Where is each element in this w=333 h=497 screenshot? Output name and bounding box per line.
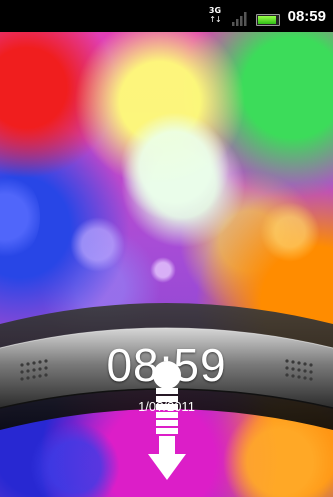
lock-screen: 3G ↑↓ 08:59 [0,0,333,497]
unlock-drag-down-arrow-icon[interactable] [148,360,186,482]
status-bar: 3G ↑↓ 08:59 [0,0,333,32]
status-clock: 08:59 [287,8,326,25]
network-3g-icon: 3G ↑↓ [208,2,222,28]
battery-level-fill [258,16,276,24]
signal-bars-icon [232,12,247,26]
data-activity-arrows: ↑↓ [209,15,221,24]
network-type-label: 3G [208,6,222,15]
battery-icon [256,14,280,26]
